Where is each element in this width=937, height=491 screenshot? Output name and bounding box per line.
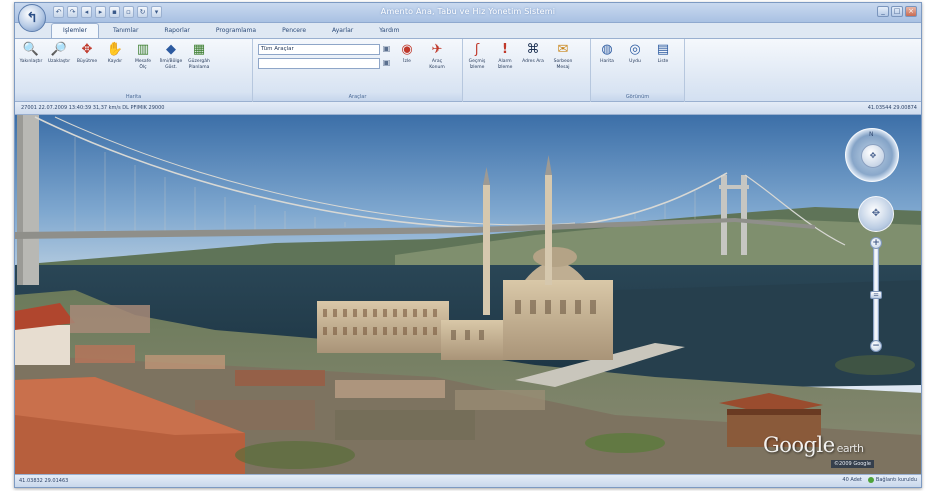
- window-controls: _ □ ×: [877, 6, 917, 17]
- list-icon: ▤: [656, 42, 670, 57]
- vehicle-location-icon: ✈: [431, 42, 443, 57]
- ribbon-group-araclar: Tüm Araçlar ▣ ▣ ◉ İzle ✈ Araç Konum Araç…: [253, 39, 463, 103]
- vehicle-count: 40 Adet: [842, 477, 862, 483]
- route-planning-button[interactable]: ▦ Güzergâh Planlama: [187, 42, 211, 70]
- drag-button[interactable]: ✋ Kaydır: [103, 42, 127, 65]
- ribbon: 🔍 Yakınlaştır 🔎 Uzaklaştır ✥ Büyütme ✋ K…: [15, 38, 921, 103]
- navigation-control[interactable]: N ✥: [845, 128, 899, 182]
- pan-arrows-icon: ✥: [81, 42, 93, 57]
- history-tracking-button[interactable]: ʃ Geçmiş İzleme: [465, 42, 489, 70]
- vehicle-select[interactable]: Tüm Araçlar: [258, 44, 380, 55]
- tab-ayarlar[interactable]: Ayarlar: [320, 23, 365, 38]
- ruler-icon: ▥: [136, 42, 150, 57]
- vehicle-info-bar: 27001 22.07.2009 13:40:39 31,37 km/s DL …: [15, 102, 921, 115]
- look-arrows-icon: ✥: [871, 208, 881, 219]
- tab-programlama[interactable]: Programlama: [204, 23, 268, 38]
- window-title: Amento Ana, Tabu ve Hiz Yonetim Sistemi: [380, 7, 556, 16]
- look-around-control[interactable]: ✥: [858, 196, 894, 232]
- secondary-select-icon[interactable]: ▣: [382, 58, 391, 68]
- map-scene[interactable]: [15, 115, 921, 476]
- group-label-gorunum: Görünüm: [591, 93, 684, 101]
- satellite-view-button[interactable]: ◎ Uydu: [623, 42, 647, 65]
- group-label-araclar: Araçlar: [253, 93, 462, 101]
- status-coordinates: 41.03832 29.01463: [19, 478, 69, 484]
- secondary-select[interactable]: [258, 58, 380, 69]
- ribbon-group-izleme: ʃ Geçmiş İzleme ! Alarm İzleme ⌘ Adres A…: [463, 39, 591, 103]
- region-show-button[interactable]: ◆ İlmi/Bölge Göst.: [159, 42, 183, 70]
- zoom-in-control[interactable]: +: [870, 237, 882, 249]
- close-button[interactable]: ×: [905, 6, 917, 17]
- vehicle-select-icon[interactable]: ▣: [382, 44, 391, 54]
- minimize-button[interactable]: _: [877, 6, 889, 17]
- map-view[interactable]: N ✥ ✥ + = − Google earth ©2009 Google: [15, 115, 921, 476]
- pan-button[interactable]: ✥ Büyütme: [75, 42, 99, 65]
- cursor-coordinates: 41.03544 29.00874: [867, 105, 917, 111]
- region-icon: ◆: [166, 42, 176, 57]
- measure-distance-button[interactable]: ▥ Mesafe Ölç: [131, 42, 155, 70]
- tab-islemler[interactable]: Işlemler: [51, 23, 99, 38]
- vehicle-location-button[interactable]: ✈ Araç Konum: [425, 42, 449, 70]
- north-indicator: N: [869, 131, 874, 138]
- connection-status: Bağlantı kuruldu: [867, 477, 917, 483]
- tilt-joystick-icon[interactable]: ✥: [861, 144, 885, 168]
- history-icon: ʃ: [474, 42, 480, 57]
- tab-yardim[interactable]: Yardım: [367, 23, 411, 38]
- track-button[interactable]: ◉ İzle: [395, 42, 419, 65]
- tab-tanimlar[interactable]: Tanımlar: [101, 23, 150, 38]
- ribbon-group-gorunum: ◍ Harita ◎ Uydu ▤ Liste Görünüm: [591, 39, 685, 103]
- satellite-icon: ◎: [629, 42, 641, 57]
- connection-status-icon: [867, 477, 874, 483]
- vehicle-info-text: 27001 22.07.2009 13:40:39 31,37 km/s DL …: [21, 105, 165, 111]
- route-icon: ▦: [192, 42, 206, 57]
- message-icon: ✉: [557, 42, 569, 57]
- address-search-button[interactable]: ⌘ Adres Ara: [521, 42, 545, 65]
- google-earth-logo: Google earth: [763, 433, 864, 457]
- app-window: ↶ ↷ ◂ ▸ ▪ ▫ ↻ ▾ Amento Ana, Tabu ve Hiz …: [14, 2, 922, 488]
- zoom-in-icon: 🔍: [22, 42, 40, 57]
- globe-map-icon: ◍: [601, 42, 613, 57]
- tab-raporlar[interactable]: Raporlar: [152, 23, 201, 38]
- status-bar: 41.03832 29.01463 40 Adet Bağlantı kurul…: [15, 474, 921, 487]
- title-bar: ↶ ↷ ◂ ▸ ▪ ▫ ↻ ▾ Amento Ana, Tabu ve Hiz …: [15, 3, 921, 23]
- hand-icon: ✋: [106, 42, 124, 57]
- app-menu-button[interactable]: ↰: [18, 4, 46, 32]
- tab-pencere[interactable]: Pencere: [270, 23, 318, 38]
- alarm-tracking-button[interactable]: ! Alarm İzleme: [493, 42, 517, 70]
- ribbon-group-harita: 🔍 Yakınlaştır 🔎 Uzaklaştır ✥ Büyütme ✋ K…: [15, 39, 253, 103]
- zoom-in-button[interactable]: 🔍 Yakınlaştır: [19, 42, 43, 65]
- app-orb-icon: ↰: [26, 10, 38, 26]
- track-icon: ◉: [401, 42, 413, 57]
- map-copyright: ©2009 Google: [831, 460, 874, 468]
- zoom-out-button[interactable]: 🔎 Uzaklaştır: [47, 42, 71, 65]
- message-button[interactable]: ✉ Sorbeon Mesaj: [551, 42, 575, 70]
- zoom-slider-handle[interactable]: =: [870, 291, 882, 299]
- zoom-out-icon: 🔎: [50, 42, 68, 57]
- map-view-button[interactable]: ◍ Harita: [595, 42, 619, 65]
- status-right: 40 Adet Bağlantı kuruldu: [842, 477, 917, 483]
- binoculars-icon: ⌘: [526, 42, 540, 57]
- zoom-out-control[interactable]: −: [870, 340, 882, 352]
- group-label-harita: Harita: [15, 93, 252, 101]
- alarm-icon: !: [502, 42, 508, 57]
- ribbon-tabs: Işlemler Tanımlar Raporlar Programlama P…: [51, 23, 411, 38]
- list-view-button[interactable]: ▤ Liste: [651, 42, 675, 65]
- maximize-button[interactable]: □: [891, 6, 903, 17]
